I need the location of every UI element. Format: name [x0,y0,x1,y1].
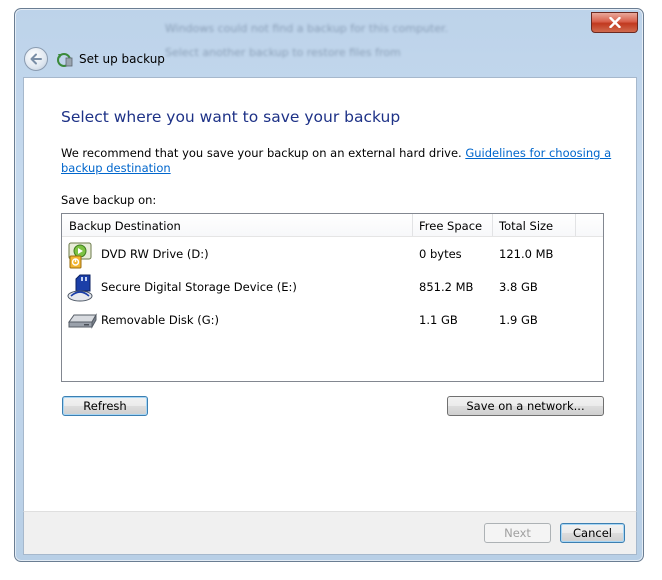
refresh-button[interactable]: Refresh [62,396,148,416]
destination-name: DVD RW Drive (D:) [101,247,209,261]
list-header: Backup Destination Free Space Total Size [62,214,603,237]
background-window-text-1: Windows could not find a backup for this… [165,22,448,35]
column-separator [575,214,576,236]
content-pane: Select where you want to save your backu… [23,77,637,512]
column-separator [412,214,413,236]
total-size: 121.0 MB [499,247,554,261]
destination-name: Secure Digital Storage Device (E:) [101,280,297,294]
backup-icon [57,53,73,67]
table-row[interactable]: Removable Disk (G:) 1.1 GB 1.9 GB [62,304,603,336]
column-header-free-space[interactable]: Free Space [419,219,482,233]
free-space: 1.1 GB [419,313,458,327]
save-on-network-button[interactable]: Save on a network... [447,396,604,416]
description-text: We recommend that you save your backup o… [61,146,621,176]
close-button[interactable] [591,12,638,33]
page-title: Select where you want to save your backu… [61,108,401,126]
column-header-destination[interactable]: Backup Destination [69,219,181,233]
back-arrow-icon [30,53,42,65]
description-main: We recommend that you save your backup o… [61,146,466,160]
close-icon [608,17,621,28]
nav-title: Set up backup [79,52,165,66]
table-row[interactable]: DVD RW Drive (D:) 0 bytes 121.0 MB [62,238,603,270]
free-space: 0 bytes [419,247,462,261]
dvd-drive-icon [68,242,92,269]
dialog-window: Windows could not find a backup for this… [14,8,644,562]
total-size: 3.8 GB [499,280,538,294]
column-header-total-size[interactable]: Total Size [499,219,553,233]
destination-name: Removable Disk (G:) [101,313,219,327]
total-size: 1.9 GB [499,313,538,327]
column-separator [492,214,493,236]
table-row[interactable]: Secure Digital Storage Device (E:) 851.2… [62,271,603,303]
back-button[interactable] [24,47,48,71]
footer-bar: Next Cancel [23,511,637,555]
removable-disk-icon [68,313,97,329]
next-button[interactable]: Next [484,523,551,543]
save-backup-on-label: Save backup on: [61,193,157,207]
free-space: 851.2 MB [419,280,474,294]
navigation-bar: Set up backup [23,45,635,75]
sd-card-icon [67,274,93,302]
cancel-button[interactable]: Cancel [560,523,625,543]
destination-list[interactable]: Backup Destination Free Space Total Size… [61,213,604,382]
